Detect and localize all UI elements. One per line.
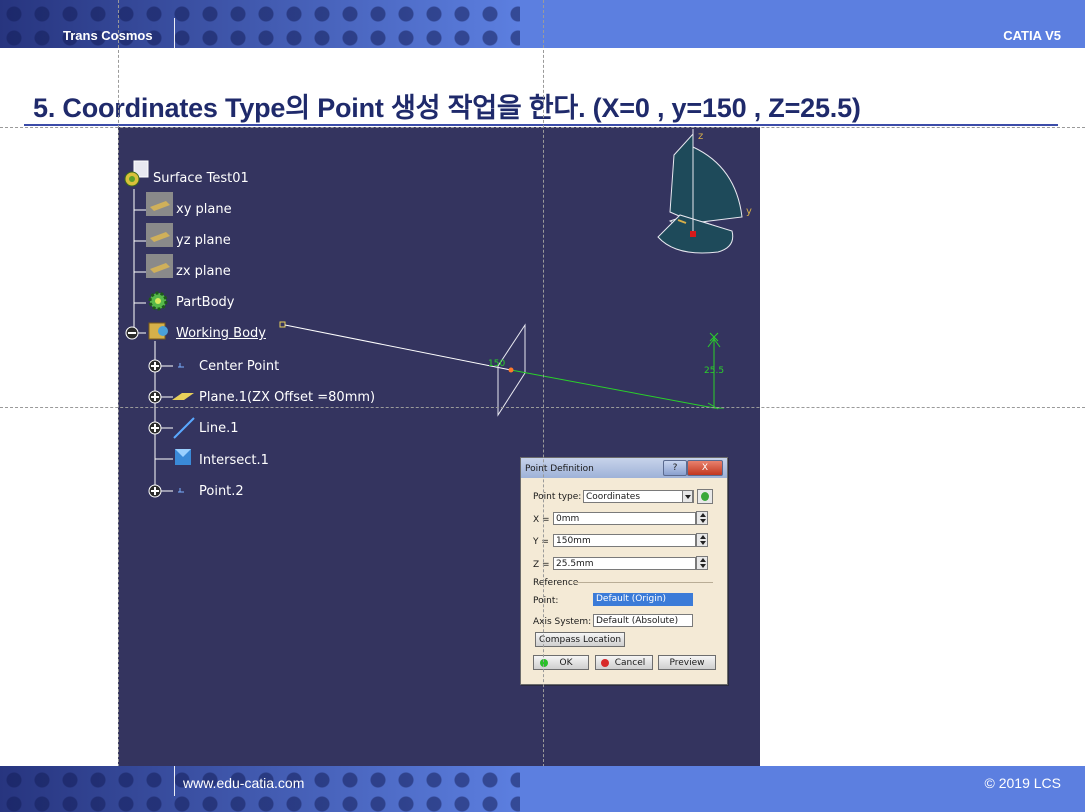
dim-255-label: 25.5 [704, 366, 724, 376]
x-input[interactable]: 0mm [553, 512, 696, 525]
partbody-gear-icon [148, 291, 168, 311]
compass-icon[interactable]: z y [657, 129, 752, 254]
tree-item-center-point[interactable]: Center Point [199, 359, 279, 374]
dialog-titlebar[interactable]: Point Definition ? X [521, 458, 727, 478]
z-input[interactable]: 25.5mm [553, 557, 696, 570]
footer-separator [174, 766, 175, 796]
dialog-title: Point Definition [525, 464, 594, 474]
point-reference-field[interactable]: Default (Origin) [593, 593, 693, 606]
center-point-icon [178, 363, 184, 368]
brand-name: Trans Cosmos [63, 28, 153, 43]
tree-item-working-body[interactable]: Working Body [176, 326, 266, 341]
preview-button[interactable]: Preview [658, 655, 716, 670]
z-spinner[interactable] [696, 556, 708, 570]
guide-vertical-left [118, 0, 119, 812]
guide-horizontal-top [0, 127, 1085, 128]
tree-item-intersect1[interactable]: Intersect.1 [199, 453, 269, 468]
footer-url[interactable]: www.edu-catia.com [183, 775, 304, 791]
tree-item-yz-plane[interactable]: yz plane [176, 233, 231, 248]
ok-label: OK [559, 658, 573, 668]
y-input[interactable]: 150mm [553, 534, 696, 547]
ok-green-icon [540, 659, 548, 667]
leader-line [279, 321, 512, 371]
compass-axis-y: y [746, 206, 752, 217]
y-label: Y = [533, 537, 549, 547]
z-label: Z = [533, 560, 550, 570]
xy-plane-icon [146, 192, 173, 216]
help-button[interactable]: ? [663, 460, 687, 476]
x-spinner[interactable] [696, 511, 708, 525]
dim-150-label: 150 [488, 359, 505, 369]
cancel-red-icon [601, 659, 609, 667]
zx-plane-icon [146, 254, 173, 278]
intersect1-icon [175, 449, 191, 465]
working-body-collapse-icon[interactable] [125, 326, 139, 340]
plane1-icon [172, 393, 194, 400]
reference-divider [573, 582, 713, 583]
page-title: 5. Coordinates Type의 Point 생성 작업을 한다. (X… [33, 93, 861, 123]
header-separator [174, 18, 175, 48]
x-label: X = [533, 515, 550, 525]
yz-plane-icon [146, 223, 173, 247]
point2-icon [178, 488, 184, 493]
tree-item-zx-plane[interactable]: zx plane [176, 264, 231, 279]
close-button[interactable]: X [687, 460, 723, 476]
point-type-select[interactable]: Coordinates [583, 490, 694, 503]
footer-band: www.edu-catia.com © 2019 LCS [0, 766, 1085, 812]
guide-horizontal-middle [0, 407, 1085, 408]
tree-item-xy-plane[interactable]: xy plane [176, 202, 232, 217]
point-definition-dialog[interactable]: Point Definition ? X Point type: Coordin… [520, 457, 728, 685]
intersect-point-marker [508, 367, 514, 373]
point-reference-label: Point: [533, 596, 559, 606]
tree-item-partbody[interactable]: PartBody [176, 295, 234, 310]
title-underline [24, 124, 1058, 126]
footer-copyright: © 2019 LCS [984, 775, 1061, 791]
green-gears-icon [701, 492, 709, 501]
product-name: CATIA V5 [1003, 28, 1061, 43]
cancel-label: Cancel [614, 658, 646, 668]
tree-item-plane1[interactable]: Plane.1(ZX Offset =80mm) [199, 390, 375, 405]
point-type-dropdown-icon[interactable] [682, 490, 693, 503]
reference-label: Reference [533, 578, 579, 588]
axis-system-field[interactable]: Default (Absolute) [593, 614, 693, 627]
line1-icon [173, 417, 195, 439]
compass-location-button[interactable]: Compass Location [535, 632, 625, 647]
guide-vertical-center [543, 0, 544, 812]
point-type-label: Point type: [533, 492, 582, 502]
working-body-icon [148, 322, 168, 340]
ok-button[interactable]: OK [533, 655, 589, 670]
point-type-options-button[interactable] [697, 489, 713, 504]
part-document-icon [124, 160, 149, 187]
cancel-button[interactable]: Cancel [595, 655, 653, 670]
tree-item-point2[interactable]: Point.2 [199, 484, 244, 499]
tree-root-label[interactable]: Surface Test01 [153, 171, 249, 186]
axis-system-label: Axis System: [533, 617, 592, 627]
tree-item-line1[interactable]: Line.1 [199, 421, 239, 436]
compass-axis-z: z [698, 131, 703, 142]
y-spinner[interactable] [696, 533, 708, 547]
